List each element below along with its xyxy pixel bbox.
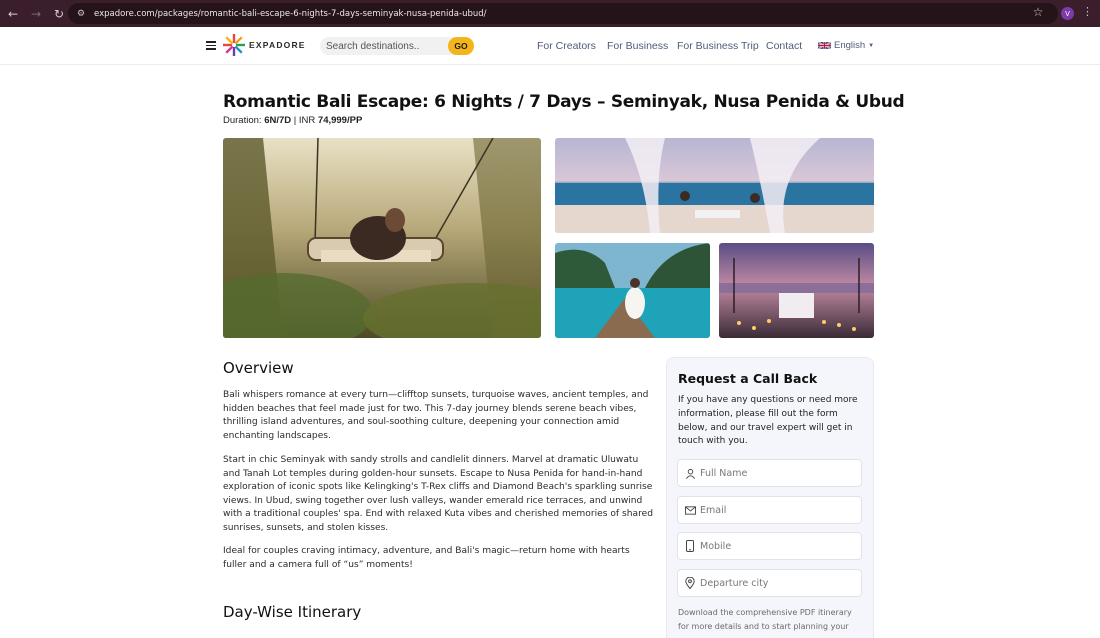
user-icon [684, 467, 696, 479]
callback-title: Request a Call Back [678, 371, 818, 386]
logo-mark-icon [223, 34, 245, 56]
forward-icon[interactable]: → [26, 4, 46, 24]
search-go-button[interactable]: GO [448, 37, 474, 55]
profile-avatar[interactable]: V [1061, 7, 1074, 20]
hamburger-menu-icon[interactable] [206, 41, 216, 50]
back-icon[interactable]: ← [3, 4, 23, 24]
mobile-input[interactable] [700, 540, 850, 552]
package-title: Romantic Bali Escape: 6 Nights / 7 Days … [223, 92, 905, 112]
browser-toolbar: ← → ↻ ⚙ expadore.com/packages/romantic-b… [0, 0, 1100, 27]
mobile-field [677, 532, 862, 560]
package-summary: Duration: 6N/7D | INR 74,999/PP [223, 115, 362, 126]
overview-heading: Overview [223, 359, 294, 377]
mail-icon [684, 504, 696, 516]
photo-candlelit-dinner[interactable] [719, 243, 874, 338]
reload-icon[interactable]: ↻ [49, 4, 69, 24]
departure-city-input[interactable] [700, 577, 850, 589]
location-pin-icon [684, 577, 696, 589]
price-currency: INR [298, 115, 316, 126]
url-text[interactable]: expadore.com/packages/romantic-bali-esca… [94, 9, 487, 19]
address-bar[interactable]: ⚙ expadore.com/packages/romantic-bali-es… [68, 3, 1058, 24]
logo-text: EXPADORE [249, 40, 306, 50]
full-name-input[interactable] [700, 467, 850, 479]
search-input[interactable] [326, 39, 446, 53]
photo-jungle-swing[interactable] [223, 138, 541, 338]
departure-city-field [677, 569, 862, 597]
jungle-swing-image [223, 138, 541, 338]
nav-for-business[interactable]: For Business [607, 40, 668, 52]
search-bar: GO [320, 37, 474, 55]
chevron-down-icon: ▼ [868, 42, 875, 49]
full-name-field [677, 459, 862, 487]
nav-contact[interactable]: Contact [766, 40, 802, 52]
overview-paragraph-1: Bali whispers romance at every turn—clif… [223, 390, 649, 441]
callback-description: If you have any questions or need more i… [678, 395, 858, 447]
phone-icon [684, 540, 696, 552]
photo-boat-lagoon[interactable] [555, 243, 710, 338]
itinerary-heading: Day-Wise Itinerary [223, 603, 362, 621]
browser-menu-icon[interactable]: ⋮ [1082, 5, 1093, 21]
candlelit-dinner-image [719, 243, 874, 338]
boat-lagoon-image [555, 243, 710, 338]
site-info-icon[interactable]: ⚙ [74, 7, 88, 21]
overview-paragraph-3: Ideal for couples craving intimacy, adve… [223, 546, 630, 570]
email-input[interactable] [700, 504, 850, 516]
language-selector[interactable]: English ▼ [818, 40, 874, 51]
nav-for-creators[interactable]: For Creators [537, 40, 596, 52]
summary-separator: | [293, 115, 297, 126]
nav-for-business-trip[interactable]: For Business Trip [677, 40, 759, 52]
site-header: EXPADORE GO For Creators For Business Fo… [0, 27, 1100, 65]
email-field [677, 496, 862, 524]
duration-value: 6N/7D [264, 115, 292, 126]
site-logo[interactable]: EXPADORE [222, 33, 306, 57]
photo-beach-dinner[interactable] [555, 138, 874, 233]
duration-label: Duration: [223, 115, 262, 126]
beach-dinner-image [555, 138, 874, 233]
language-label: English [834, 40, 866, 51]
callback-pdf-note: Download the comprehensive PDF itinerary… [678, 608, 852, 631]
uk-flag-icon [818, 41, 831, 50]
overview-paragraph-2: Start in chic Seminyak with sandy stroll… [223, 455, 653, 533]
price-value: 74,999/PP [317, 115, 363, 126]
bookmark-star-icon[interactable]: ☆ [1030, 5, 1046, 21]
